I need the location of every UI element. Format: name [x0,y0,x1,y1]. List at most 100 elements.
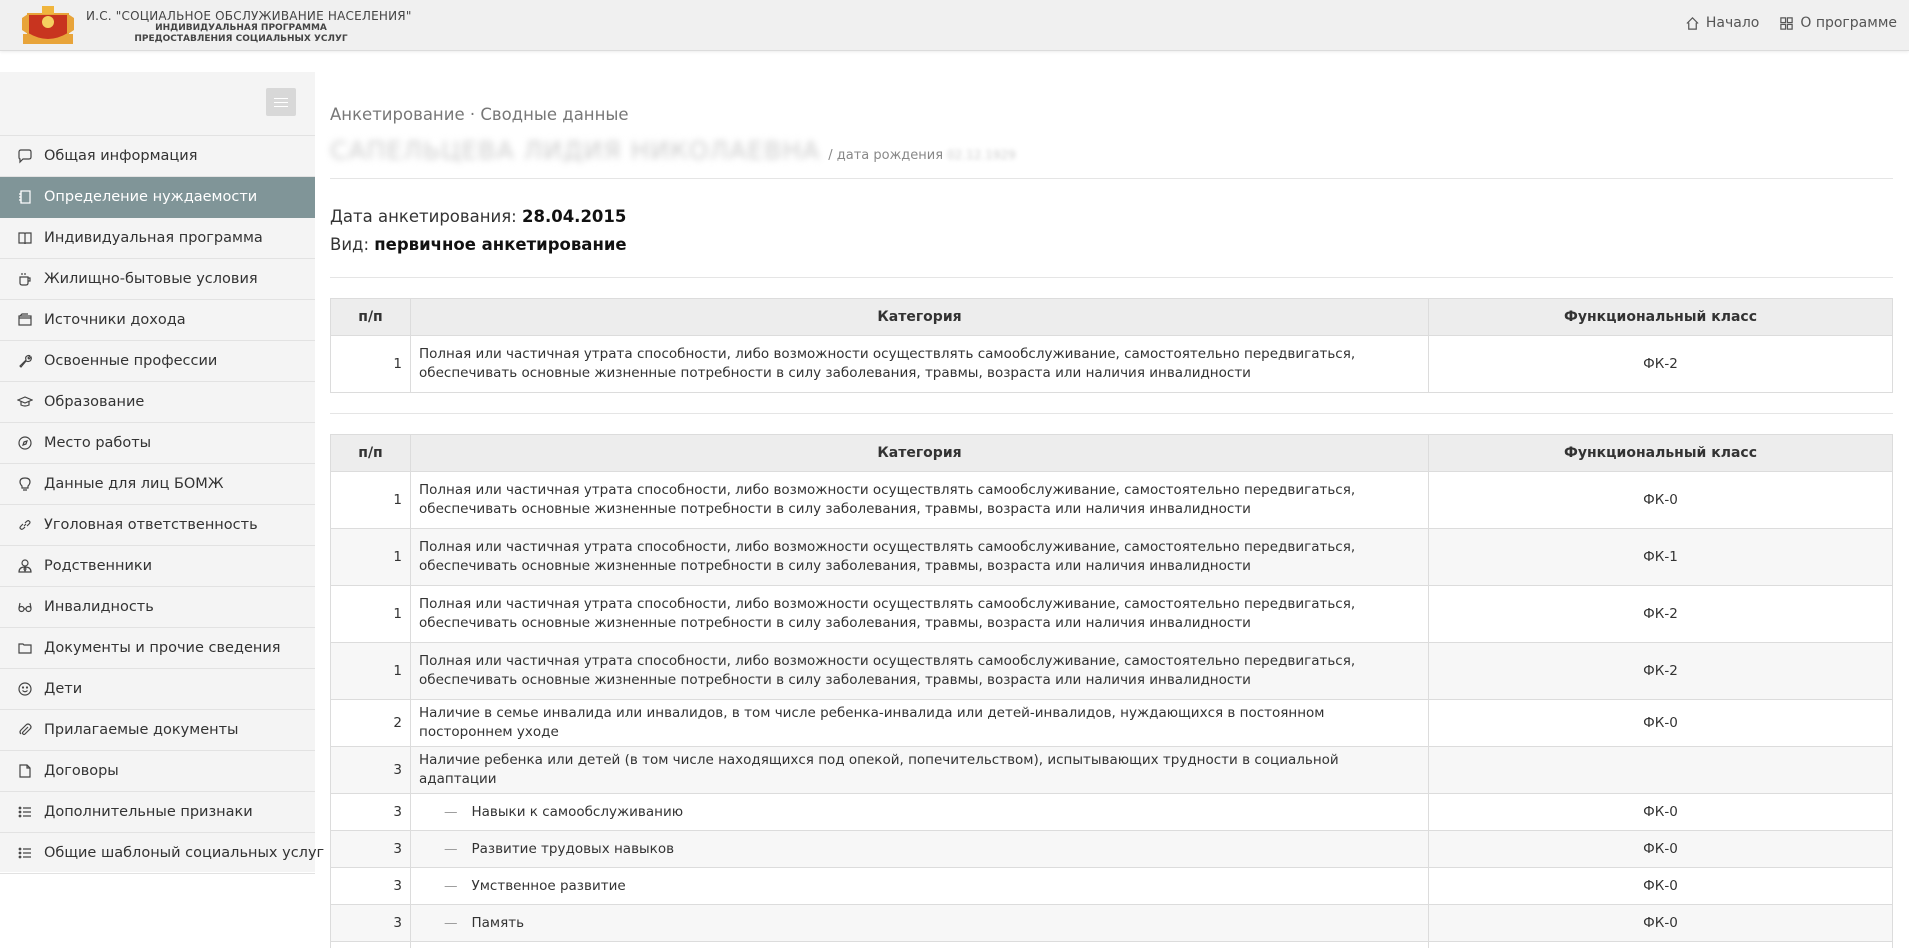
cell-category: Наличие в семье инвалида или инвалидов, … [410,699,1429,747]
sidebar-item[interactable]: Документы и прочие сведения [0,628,315,669]
sidebar-item[interactable]: Место работы [0,423,315,464]
table-row: 3 — Навыки к самообслуживанию ФК-0 [330,793,1893,831]
sidebar-item[interactable]: Данные для лиц БОМЖ [0,464,315,505]
cell-number: 2 [330,699,411,747]
cell-functional-class: ФК-0 [1428,471,1893,529]
coat-of-arms-logo [22,6,74,44]
paperclip-icon [16,721,34,739]
nav-home[interactable]: Начало [1685,15,1759,31]
birth-date: 02.12.1929 [947,148,1016,162]
person-header: САПЕЛЬЦЕВА ЛИДИЯ НИКОЛАЕВНА / дата рожде… [330,136,1893,166]
app-title: И.С. "СОЦИАЛЬНОЕ ОБСЛУЖИВАНИЕ НАСЕЛЕНИЯ" [86,9,412,23]
sidebar-item-label: Общая информация [44,148,198,164]
survey-kind-value: первичное анкетирование [374,235,627,254]
cup-icon [16,270,34,288]
sidebar-item-label: Образование [44,394,145,410]
list-icon [16,844,34,862]
cell-functional-class: ФК-0 [1428,867,1893,905]
sidebar-item[interactable]: Источники дохода [0,300,315,341]
sidebar-item-label: Данные для лиц БОМЖ [44,476,224,492]
wallet-icon [16,311,34,329]
main-content: Анкетирование · Сводные данные САПЕЛЬЦЕВ… [330,72,1893,948]
sidebar-item[interactable]: Образование [0,382,315,423]
survey-kind-label: Вид: [330,235,370,254]
col-number[interactable]: п/п [330,298,411,336]
category-text: Память [471,914,525,931]
sidebar-toggle-button[interactable] [266,88,296,116]
sidebar-item-label: Источники дохода [44,312,186,328]
cell-number: 3 [330,904,411,942]
col-functional-class[interactable]: Функциональный класс [1428,434,1893,472]
cell-category: Наличие ребенка или детей (в том числе н… [410,746,1429,794]
cell-category: Полная или частичная утрата способности,… [410,471,1429,529]
sidebar-item[interactable]: Жилищно-бытовые условия [0,259,315,300]
cell-category: Полная или частичная утрата способности,… [410,335,1429,393]
sidebar-item[interactable]: Договоры [0,751,315,792]
sidebar-item[interactable]: Родственники [0,546,315,587]
indent-dash: — [444,914,458,931]
top-nav: Начало О программе [1685,15,1897,31]
col-category[interactable]: Категория [410,434,1429,472]
cell-category: — Память [410,904,1429,942]
table-row: 1 Полная или частичная утрата способности… [330,528,1893,586]
table-row: 3 — Память ФК-0 [330,904,1893,942]
col-functional-class[interactable]: Функциональный класс [1428,298,1893,336]
sidebar-item[interactable]: Освоенные профессии [0,341,315,382]
survey-kind: Вид: первичное анкетирование [330,231,1893,259]
sidebar-header [0,72,315,136]
sidebar-item-label: Дети [44,681,83,697]
list-icon [16,803,34,821]
birth-label: / дата рождения [828,148,944,163]
divider [330,277,1893,278]
nav-about[interactable]: О программе [1779,15,1897,31]
person-name: САПЕЛЬЦЕВА ЛИДИЯ НИКОЛАЕВНА [330,136,821,165]
sidebar-item[interactable]: Прилагаемые документы [0,710,315,751]
needs-table-details: п/п Категория Функциональный класс 1 Полн… [330,434,1893,948]
cell-functional-class: ФК-0 [1428,830,1893,868]
cell-number: 3 [330,746,411,794]
cell-number: 3 [330,793,411,831]
sidebar-item-label: Жилищно-бытовые условия [44,271,258,287]
table-row: 3 Наличие ребенка или детей (в том числе … [330,746,1893,794]
category-text: Умственное развитие [471,877,626,894]
sidebar-item[interactable]: Определение нуждаемости [0,177,315,218]
sidebar-item[interactable]: Индивидуальная программа [0,218,315,259]
graduation-cap-icon [16,393,34,411]
sidebar-item[interactable]: Дети [0,669,315,710]
sidebar-item[interactable]: Дополнительные признаки [0,792,315,833]
cell-functional-class: ФК-2 [1428,335,1893,393]
cell-number: 1 [330,471,411,529]
breadcrumb: Анкетирование · Сводные данные [330,105,629,124]
sidebar-item-label: Освоенные профессии [44,353,218,369]
divider [330,178,1893,179]
col-number[interactable]: п/п [330,434,411,472]
cell-category: Полная или частичная утрата способности,… [410,585,1429,643]
col-category[interactable]: Категория [410,298,1429,336]
sidebar-menu: Общая информация Определение нуждаемости И… [0,136,324,874]
book-icon [16,229,34,247]
table-row: 2 Наличие в семье инвалида или инвалидов,… [330,699,1893,747]
cell-category: — Развитие трудовых навыков [410,830,1429,868]
home-icon [1686,16,1699,30]
app-brand: И.С. "СОЦИАЛЬНОЕ ОБСЛУЖИВАНИЕ НАСЕЛЕНИЯ"… [86,9,412,45]
app-subtitle-line1: ИНДИВИДУАЛЬНАЯ ПРОГРАММА [155,23,327,33]
sidebar-item[interactable]: Уголовная ответственность [0,505,315,546]
cell-number: 3 [330,867,411,905]
sidebar-item[interactable]: Инвалидность [0,587,315,628]
link-icon [16,516,34,534]
sidebar-item-label: Документы и прочие сведения [44,640,281,656]
notebook-icon [16,188,34,206]
sidebar-item-label: Определение нуждаемости [44,189,258,205]
cell-number: 1 [330,642,411,700]
sidebar-item[interactable]: Общая информация [0,136,315,177]
cell-functional-class: ФК-2 [1428,642,1893,700]
cell-number: 1 [330,528,411,586]
cell-category: Полная или частичная утрата способности,… [410,642,1429,700]
glasses-icon [16,598,34,616]
sidebar-item-label: Договоры [44,763,119,779]
nav-about-label: О программе [1800,15,1897,31]
table-row: 1 Полная или частичная утрата способности… [330,335,1893,393]
cell-functional-class [1428,746,1893,794]
cell-functional-class: ФК-0 [1428,904,1893,942]
sidebar-item[interactable]: Общие шаблоный социальных услуг [0,833,324,874]
